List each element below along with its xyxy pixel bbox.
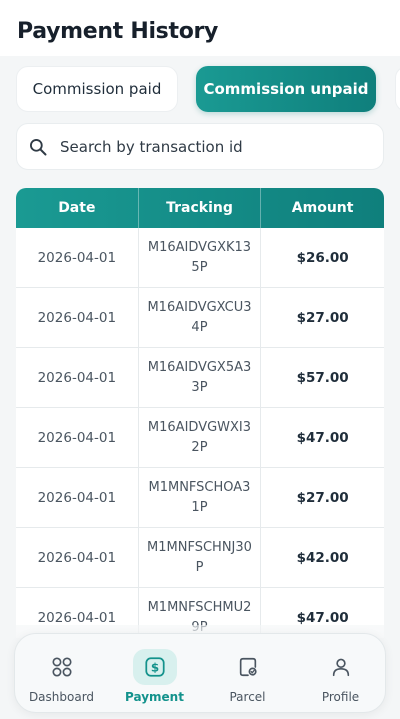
nav-item-payment[interactable]: $ Payment xyxy=(108,634,201,714)
column-header-date[interactable]: Date xyxy=(16,188,139,228)
table-row[interactable]: 2026-04-01 M16AIDVGXCU34P $27.00 xyxy=(16,288,384,348)
tab-commission-paid[interactable]: Commission paid xyxy=(16,66,178,112)
user-icon xyxy=(332,658,349,677)
table-row[interactable]: 2026-04-01 M1MNFSCHOA31P $27.00 xyxy=(16,468,384,528)
cell-tracking: M16AIDVGWXI32P xyxy=(139,408,262,467)
table-header: Date Tracking Amount xyxy=(16,188,384,228)
table-row[interactable]: 2026-04-01 M1MNFSCHNJ30P $42.00 xyxy=(16,528,384,588)
nav-label: Parcel xyxy=(229,690,266,704)
search-icon xyxy=(30,139,47,156)
app-header: Payment History xyxy=(0,0,400,56)
parcel-icon xyxy=(239,657,257,677)
search-bar xyxy=(16,123,384,170)
cell-date: 2026-04-01 xyxy=(16,468,139,527)
search-input[interactable] xyxy=(60,124,370,169)
dollar-icon: $ xyxy=(144,657,165,677)
grid-icon xyxy=(51,657,72,677)
bottom-nav: Dashboard $ Payment Parcel Profile xyxy=(14,633,386,713)
cell-amount: $26.00 xyxy=(296,249,349,266)
table-row[interactable]: 2026-04-01 M16AIDVGXK135P $26.00 xyxy=(16,228,384,288)
table-row[interactable]: 2026-04-01 M16AIDVGWXI32P $47.00 xyxy=(16,408,384,468)
cell-amount: $27.00 xyxy=(296,309,349,326)
cell-tracking: M1MNFSCHOA31P xyxy=(139,468,262,527)
column-header-tracking[interactable]: Tracking xyxy=(139,188,262,228)
nav-item-dashboard[interactable]: Dashboard xyxy=(15,634,108,714)
nav-item-parcel[interactable]: Parcel xyxy=(201,634,294,714)
payment-table: Date Tracking Amount 2026-04-01 M16AIDVG… xyxy=(16,188,384,638)
cell-amount: $27.00 xyxy=(296,489,349,506)
nav-label: Payment xyxy=(125,690,184,704)
cell-amount: $47.00 xyxy=(296,429,349,446)
nav-label: Profile xyxy=(321,690,360,704)
cell-amount: $57.00 xyxy=(296,369,349,386)
commission-tabs: Commission paid Commission unpaid xyxy=(16,66,400,112)
svg-text:$: $ xyxy=(150,661,158,675)
cell-date: 2026-04-01 xyxy=(16,528,139,587)
table-row[interactable]: 2026-04-01 M16AIDVGX5A33P $57.00 xyxy=(16,348,384,408)
cell-tracking: M16AIDVGXK135P xyxy=(139,228,262,287)
cell-tracking: M16AIDVGX5A33P xyxy=(139,348,262,407)
cell-tracking: M1MNFSCHNJ30P xyxy=(139,528,262,587)
tab-commission-unpaid[interactable]: Commission unpaid xyxy=(196,66,376,112)
page-title: Payment History xyxy=(17,19,219,44)
cell-amount: $42.00 xyxy=(296,549,349,566)
cell-date: 2026-04-01 xyxy=(16,408,139,467)
cell-date: 2026-04-01 xyxy=(16,228,139,287)
nav-item-profile[interactable]: Profile xyxy=(294,634,387,714)
cell-tracking: M16AIDVGXCU34P xyxy=(139,288,262,347)
column-header-amount[interactable]: Amount xyxy=(261,188,384,228)
cell-date: 2026-04-01 xyxy=(16,288,139,347)
cell-date: 2026-04-01 xyxy=(16,348,139,407)
table-body: 2026-04-01 M16AIDVGXK135P $26.00 2026-04… xyxy=(16,228,384,638)
nav-label: Dashboard xyxy=(28,690,95,704)
tab-overflow-peek[interactable] xyxy=(395,66,400,112)
